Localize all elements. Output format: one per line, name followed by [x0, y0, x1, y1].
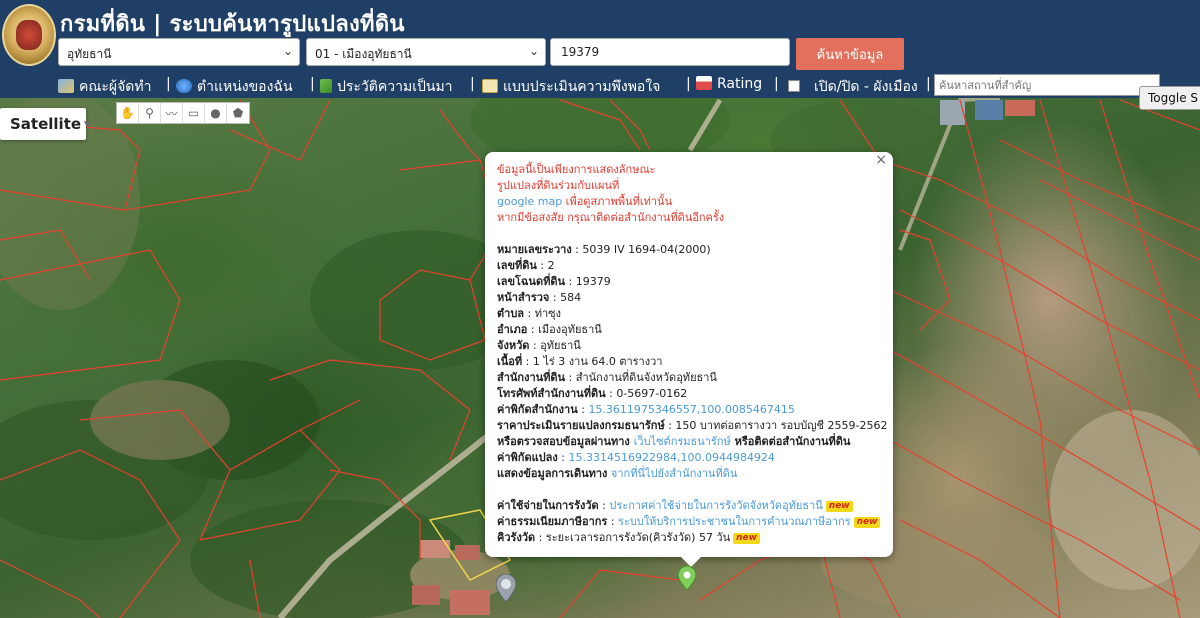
parcel-marker-icon[interactable]: [678, 566, 696, 590]
chart-icon: [696, 76, 712, 90]
nav-item-my-location[interactable]: ตำแหน่งของฉัน: [176, 76, 293, 98]
rectangle-icon[interactable]: ▭: [183, 103, 205, 123]
circle-icon[interactable]: ●: [205, 103, 227, 123]
field-deed-no: เลขโฉนดที่ดิน : 19379: [497, 275, 611, 288]
field-fee: ค่าธรรมเนียมภาษีอากร : ระบบให้บริการประช…: [497, 514, 881, 530]
field-parcel-coords: ค่าพิกัดแปลง : 15.3314516922984,100.0944…: [497, 451, 775, 464]
district-select-value: 01 - เมืองอุทัยธานี: [315, 47, 412, 61]
field-route: แสดงข้อมูลการเดินทาง จากที่นี่ไปยังสำนัก…: [497, 467, 738, 480]
map-type-button[interactable]: Satellite ▼: [0, 108, 91, 140]
polyline-icon[interactable]: 〰: [161, 103, 183, 123]
nav-separator: |: [926, 76, 931, 92]
field-survey-cost: ค่าใช้จ่ายในการรังวัด : ประกาศค่าใช้จ่าย…: [497, 498, 881, 514]
nav-separator: |: [686, 76, 691, 92]
field-survey-page: หน้าสำรวจ : 584: [497, 291, 582, 304]
caret-down-icon: ▼: [84, 120, 91, 130]
search-button[interactable]: ค้นหาข้อมูล: [796, 38, 904, 70]
field-appraisal: ราคาประเมินรายแปลงกรมธนารักษ์ : 150 บาทต…: [497, 419, 888, 432]
new-badge: new: [825, 501, 853, 512]
field-province: จังหวัด : อุทัยธานี: [497, 339, 581, 352]
globe-icon: [176, 79, 192, 93]
nav-bar: คณะผู้จัดทำ | ตำแหน่งของฉัน | ประวัติควา…: [0, 72, 1200, 98]
chevron-down-icon: ⌄: [282, 44, 293, 58]
tax-calc-link[interactable]: ระบบให้บริการประชาชนในการคำนวณภาษีอากร: [618, 515, 851, 528]
place-search-input[interactable]: [934, 74, 1160, 96]
drawing-toolbar: ✋ ⚲ 〰 ▭ ● ⬟: [116, 102, 250, 124]
new-badge: new: [853, 517, 881, 528]
city-plan-checkbox[interactable]: [788, 80, 800, 92]
field-phone: โทรศัพท์สำนักงานที่ดิน : 0-5697-0162: [497, 387, 688, 400]
close-icon[interactable]: ×: [875, 152, 887, 168]
field-verify: หรือตรวจสอบข้อมูลผ่านทาง เว็บไซต์กรมธนาร…: [497, 435, 851, 448]
field-survey-sheet: หมายเลขระวาง : 5039 IV 1694-04(2000): [497, 243, 711, 256]
province-select-value: อุทัยธานี: [67, 47, 112, 61]
nav-item-label: คณะผู้จัดทำ: [79, 79, 152, 95]
nav-item-rating[interactable]: Rating: [696, 76, 762, 92]
parcel-info-popup: × ข้อมูลนี้เป็นเพียงการแสดงลักษณะ รูปแปล…: [485, 152, 893, 567]
nav-separator: |: [470, 76, 475, 92]
department-seal-logo: [2, 4, 56, 66]
nav-separator: |: [166, 76, 171, 92]
district-select[interactable]: 01 - เมืองอุทัยธานี ⌄: [306, 38, 546, 66]
disclaimer-line: google map เพื่อดูสภาพพื้นที่เท่านั้น: [497, 194, 881, 210]
chevron-down-icon: ⌄: [528, 44, 539, 58]
route-link[interactable]: จากที่นี่ไปยังสำนักงานที่ดิน: [611, 467, 737, 480]
field-subdistrict: ตำบล : ท่าซุง: [497, 307, 562, 320]
page-title: กรมที่ดิน | ระบบค้นหารูปแปลงที่ดิน: [60, 12, 405, 37]
treasury-website-link[interactable]: เว็บไซต์กรมธนารักษ์: [634, 435, 731, 448]
field-office: สำนักงานที่ดิน : สำนักงานที่ดินจังหวัดอุ…: [497, 371, 717, 384]
field-office-coords: ค่าพิกัดสำนักงาน : 15.3611975346557,100.…: [497, 403, 795, 416]
nav-separator: |: [774, 76, 779, 92]
map-type-label: Satellite: [10, 115, 82, 133]
disclaimer-line: ข้อมูลนี้เป็นเพียงการแสดงลักษณะ: [497, 163, 656, 176]
field-district: อำเภอ : เมืองอุทัยธานี: [497, 323, 602, 336]
parcel-coords-link[interactable]: 15.3314516922984,100.0944984924: [568, 451, 774, 464]
memo-icon: [482, 79, 498, 93]
field-area: เนื้อที่ : 1 ไร่ 3 งาน 64.0 ตารางวา: [497, 355, 663, 368]
disclaimer-line: รูปแปลงที่ดินร่วมกับแผนที่: [497, 179, 620, 192]
nav-item-label: Rating: [717, 76, 763, 92]
pin-icon[interactable]: ⚲: [139, 103, 161, 123]
nav-item-survey[interactable]: แบบประเมินความพึงพอใจ: [482, 76, 660, 98]
disclaimer-line: หากมีข้อสงสัย กรุณาติดต่อสำนักงานที่ดินอ…: [497, 211, 725, 224]
office-marker-icon[interactable]: [496, 574, 516, 602]
survey-cost-link[interactable]: ประกาศค่าใช้จ่ายในการรังวัดจังหวัดอุทัยธ…: [609, 499, 822, 512]
city-plan-toggle-label: เปิด/ปิด - ผังเมือง: [814, 79, 918, 95]
sprout-icon: [320, 79, 332, 93]
nav-separator: |: [310, 76, 315, 92]
disclaimer-text: เพื่อดูสภาพพื้นที่เท่านั้น: [562, 195, 673, 208]
province-select[interactable]: อุทัยธานี ⌄: [58, 38, 300, 66]
office-coords-link[interactable]: 15.3611975346557,100.0085467415: [588, 403, 794, 416]
new-badge: new: [733, 533, 760, 544]
google-map-link[interactable]: google map: [497, 195, 562, 208]
nav-item-label: แบบประเมินความพึงพอใจ: [503, 79, 661, 95]
map-icon: [58, 79, 74, 93]
nav-item-team[interactable]: คณะผู้จัดทำ: [58, 76, 151, 98]
pentagon-icon[interactable]: ⬟: [227, 103, 249, 123]
city-plan-toggle[interactable]: เปิด/ปิด - ผังเมือง: [788, 76, 918, 98]
parcel-number-input[interactable]: [550, 38, 790, 66]
disclaimer: ข้อมูลนี้เป็นเพียงการแสดงลักษณะ รูปแปลงท…: [497, 162, 881, 226]
nav-item-label: ตำแหน่งของฉัน: [197, 79, 293, 95]
toggle-button[interactable]: Toggle S: [1139, 86, 1200, 110]
hand-icon[interactable]: ✋: [117, 103, 139, 123]
field-queue: คิวรังวัด : ระยะเวลารอการรังวัด(คิวรังวั…: [497, 530, 881, 546]
nav-item-history[interactable]: ประวัติความเป็นมา: [320, 76, 453, 98]
field-land-no: เลขที่ดิน : 2: [497, 259, 555, 272]
nav-item-label: ประวัติความเป็นมา: [337, 79, 453, 95]
